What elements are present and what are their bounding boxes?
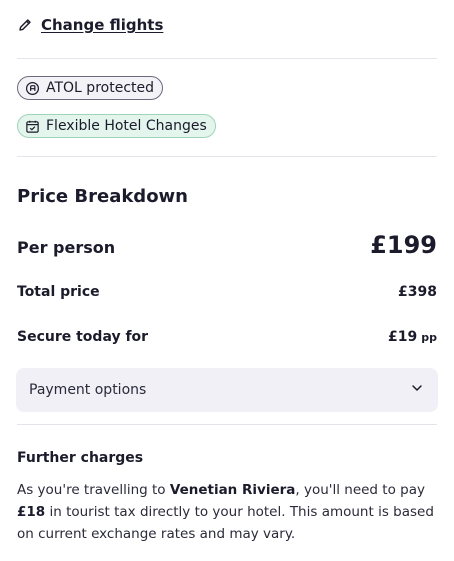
per-person-row: Per person £199: [17, 231, 437, 259]
pencil-icon: [17, 17, 33, 33]
payment-options-dropdown[interactable]: Payment options: [16, 368, 438, 412]
per-person-suffix: pp: [421, 331, 437, 344]
change-flights-link[interactable]: Change flights: [17, 16, 163, 34]
chevron-down-icon: [410, 381, 424, 399]
per-person-label: Per person: [17, 238, 116, 257]
change-flights-label[interactable]: Change flights: [41, 16, 163, 34]
atol-badge-label: ATOL protected: [46, 80, 155, 96]
atol-protected-badge: ATOL protected: [17, 76, 164, 100]
further-charges-text-part: in tourist tax directly to your hotel. T…: [17, 504, 434, 542]
further-charges-text-part: , you'll need to pay: [295, 482, 425, 498]
secure-today-row: Secure today for £19 pp: [17, 326, 437, 345]
total-price-row: Total price £398: [17, 284, 437, 300]
further-charges-text-part: As you're travelling to: [17, 482, 170, 498]
tourist-tax-amount: £18: [17, 504, 46, 520]
further-charges-title: Further charges: [17, 450, 144, 466]
calendar-check-icon: [25, 119, 40, 134]
destination-name: Venetian Riviera: [169, 482, 296, 498]
atol-icon: [25, 81, 40, 96]
per-person-value: £199: [370, 231, 437, 259]
price-breakdown-title: Price Breakdown: [17, 186, 188, 207]
secure-today-amount: £19 pp: [388, 326, 437, 345]
total-price-value: £398: [398, 284, 437, 300]
divider: [17, 58, 437, 59]
secure-today-value: £19: [388, 329, 418, 345]
price-summary-panel: Change flights ATOL protected Flexible H…: [0, 0, 454, 561]
flexible-hotel-changes-badge: Flexible Hotel Changes: [17, 114, 216, 138]
payment-options-label: Payment options: [29, 382, 147, 398]
secure-today-label: Secure today for: [17, 329, 149, 345]
divider: [17, 424, 437, 425]
divider: [17, 156, 437, 157]
further-charges-text: As you're travelling to Venetian Riviera…: [17, 479, 437, 545]
hotel-badge-label: Flexible Hotel Changes: [46, 118, 207, 134]
total-price-label: Total price: [17, 284, 100, 300]
